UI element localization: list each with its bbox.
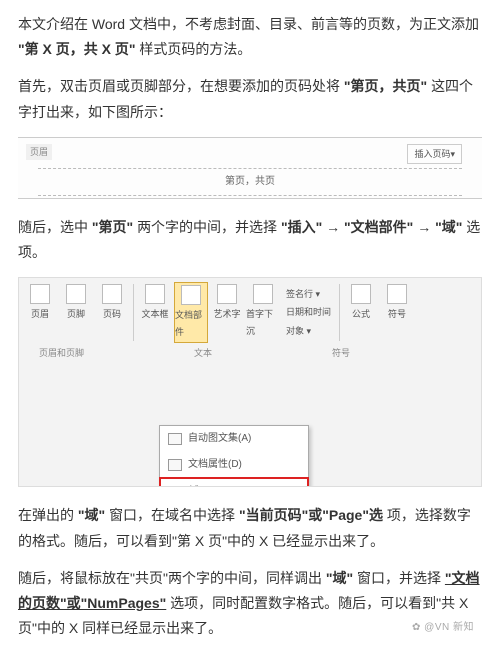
ribbon-pagenum-button: 页码 <box>95 282 129 342</box>
ribbon-wordart-button: 艺术字 <box>210 282 244 342</box>
ribbon-side-options: 签名行 ▾ 日期和时间 对象 ▾ <box>282 282 335 342</box>
paragraph-5: 随后，将鼠标放在"共页"两个字的中间，同样调出 "域" 窗口，并选择 "文档的页… <box>18 566 482 642</box>
header-label: 页眉 <box>26 144 52 160</box>
watermark: ✿ @VN 新知 <box>412 619 474 637</box>
paragraph-1: 本文介绍在 Word 文档中，不考虑封面、目录、前言等的页数，为正文添加 "第 … <box>18 12 482 62</box>
paragraph-2: 首先，双击页眉或页脚部分，在想要添加的页码处将 "第页，共页" 这四个字打出来，… <box>18 74 482 124</box>
paragraph-4: 在弹出的 "域" 窗口，在域名中选择 "当前页码"或"Page"选 项，选择数字… <box>18 503 482 553</box>
group-header-footer: 页眉和页脚 <box>19 345 104 361</box>
group-symbol: 符号 <box>232 345 370 361</box>
quickparts-dropdown: 自动图文集(A) 文档属性(D) 域(F)... 构建基块管理器(B)... 将… <box>159 425 309 487</box>
dropdown-field-highlighted: 域(F)... <box>159 477 309 487</box>
screenshot-word-ribbon: 页眉 页脚 页码 文本框 文档部件 艺术字 首字下沉 签名行 ▾ 日期和时间 对… <box>18 277 482 487</box>
dropdown-autotext: 自动图文集(A) <box>160 426 308 452</box>
ribbon-formula-button: 公式 <box>344 282 378 342</box>
group-text: 文本 <box>104 345 232 361</box>
ribbon-header-button: 页眉 <box>23 282 57 342</box>
insert-page-tab: 插入页码▾ <box>407 144 462 164</box>
ribbon-symbol-button: 符号 <box>380 282 414 342</box>
ribbon-footer-button: 页脚 <box>59 282 93 342</box>
dropdown-docprops: 文档属性(D) <box>160 452 308 478</box>
screenshot-header-footer: 页眉 插入页码▾ 第页，共页 <box>18 137 482 199</box>
ribbon-dropcap-button: 首字下沉 <box>246 282 280 342</box>
footer-content: 第页，共页 <box>38 168 462 196</box>
ribbon-quickparts-button: 文档部件 <box>174 282 208 342</box>
paragraph-3: 随后，选中 "第页" 两个字的中间，并选择 "插入" → "文档部件" → "域… <box>18 215 482 265</box>
ribbon-textbox-button: 文本框 <box>138 282 172 342</box>
